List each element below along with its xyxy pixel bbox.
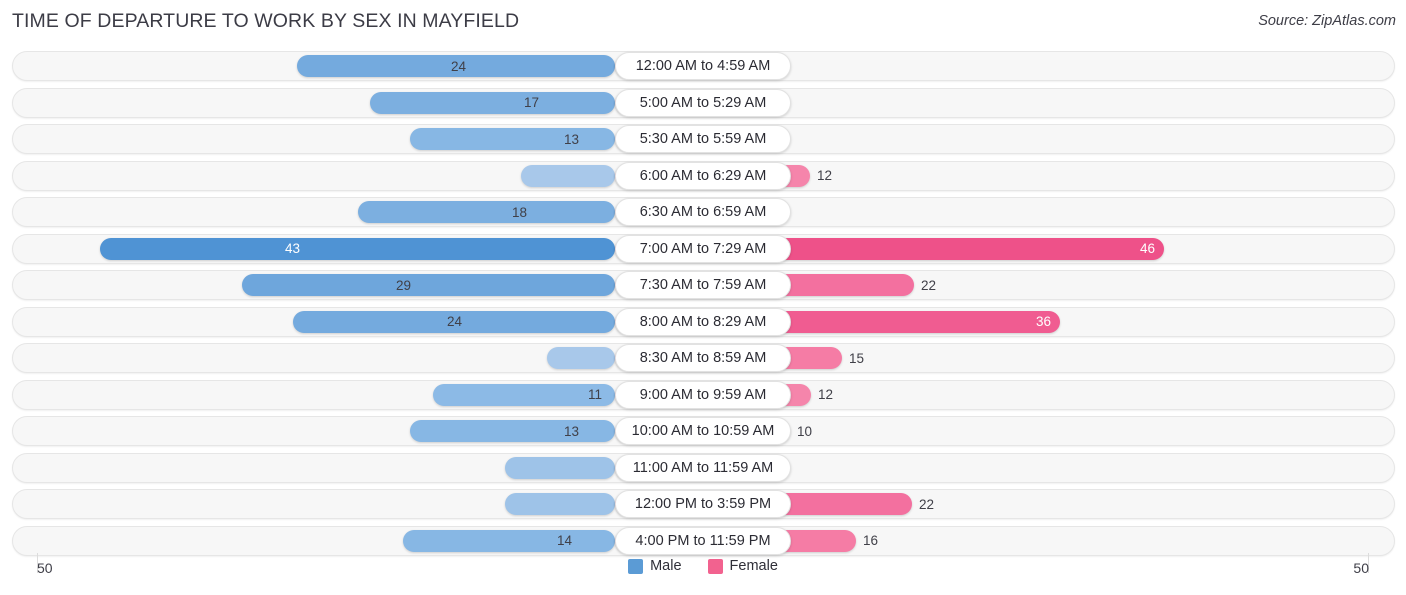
legend-item[interactable]: Male (628, 558, 682, 574)
male-value-label: 18 (511, 204, 527, 220)
male-bar (505, 456, 615, 479)
table-row: 1866:30 AM to 6:59 AM (0, 197, 1406, 227)
table-row: 14 16 4:00 PM to 11:59 PM (0, 525, 1406, 556)
legend-label: Male (650, 558, 682, 574)
table-row: 1305:30 AM to 5:59 AM (0, 124, 1406, 154)
page-title: TIME OF DEPARTURE TO WORK BY SEX IN MAYF… (12, 10, 520, 32)
female-value-label: 15 (849, 350, 865, 366)
bar-rows: 24012:00 AM to 4:59 AM 1775:00 AM to 5:29… (0, 51, 1406, 562)
male-bar (547, 347, 615, 369)
category-label: 12:00 PM to 3:59 PM (615, 490, 791, 518)
category-label: 10:00 AM to 10:59 AM (615, 417, 791, 445)
category-label: 6:00 AM to 6:29 AM (615, 161, 791, 190)
table-row: 0158:30 AM to 8:59 AM (0, 343, 1406, 373)
male-value-label: 14 (556, 533, 572, 548)
source-attribution: Source: ZipAtlas.com (1258, 13, 1396, 29)
table-row: 13 10 10:00 AM to 10:59 AM (0, 416, 1406, 446)
table-row: 43 46 7:00 AM to 7:29 AM (0, 233, 1406, 264)
male-value-label: 11 (587, 387, 602, 402)
male-bar (100, 237, 615, 260)
table-row: 42212:00 PM to 3:59 PM (0, 489, 1406, 519)
table-row: 24 36 8:00 AM to 8:29 AM (0, 306, 1406, 337)
male-bar (521, 164, 615, 187)
category-label: 8:00 AM to 8:29 AM (615, 307, 791, 336)
category-label: 6:30 AM to 6:59 AM (615, 198, 791, 226)
male-value-label: 13 (563, 423, 579, 439)
male-value-label: 24 (450, 58, 466, 74)
table-row: 11 12 9:00 AM to 9:59 AM (0, 379, 1406, 410)
female-value-label: 22 (921, 277, 937, 293)
category-label: 12:00 AM to 4:59 AM (615, 52, 791, 80)
female-value-label: 22 (919, 496, 935, 512)
table-row: 24012:00 AM to 4:59 AM (0, 51, 1406, 81)
male-bar (505, 493, 615, 515)
female-value-label: 12 (818, 387, 834, 402)
legend-swatch-icon (707, 558, 723, 574)
category-label: 7:30 AM to 7:59 AM (615, 271, 791, 299)
chart-root: TIME OF DEPARTURE TO WORK BY SEX IN MAYF… (0, 0, 1406, 595)
category-label: 5:00 AM to 5:29 AM (615, 88, 791, 117)
category-label: 4:00 PM to 11:59 PM (615, 526, 791, 555)
male-bar (370, 91, 615, 114)
table-row: 29 22 7:30 AM to 7:59 AM (0, 270, 1406, 300)
category-label: 8:30 AM to 8:59 AM (615, 344, 791, 372)
male-bar (358, 201, 615, 223)
male-value-label: 29 (395, 277, 411, 293)
male-value-label: 24 (446, 314, 462, 329)
category-label: 7:00 AM to 7:29 AM (615, 234, 791, 263)
table-row: 4011:00 AM to 11:59 AM (0, 452, 1406, 483)
female-value-label: 16 (863, 533, 879, 548)
table-row: 1775:00 AM to 5:29 AM (0, 87, 1406, 118)
male-value-label: 13 (563, 131, 579, 147)
legend-swatch-icon (628, 558, 644, 574)
legend-item[interactable]: Female (707, 558, 778, 574)
male-bar (242, 274, 615, 296)
chart-legend: Male Female (0, 558, 1406, 574)
female-value-label: 10 (797, 423, 813, 439)
category-label: 5:30 AM to 5:59 AM (615, 125, 791, 153)
male-value-label: 43 (285, 241, 301, 256)
male-value-label: 17 (523, 95, 539, 110)
legend-label: Female (729, 558, 778, 574)
male-bar (403, 529, 615, 552)
table-row: 2126:00 AM to 6:29 AM (0, 160, 1406, 191)
chart-header: TIME OF DEPARTURE TO WORK BY SEX IN MAYF… (0, 0, 1406, 44)
female-value-label: 36 (1035, 314, 1051, 329)
category-label: 11:00 AM to 11:59 AM (615, 453, 791, 482)
female-value-label: 46 (1139, 241, 1155, 256)
category-label: 9:00 AM to 9:59 AM (615, 380, 791, 409)
female-value-label: 12 (817, 168, 833, 183)
